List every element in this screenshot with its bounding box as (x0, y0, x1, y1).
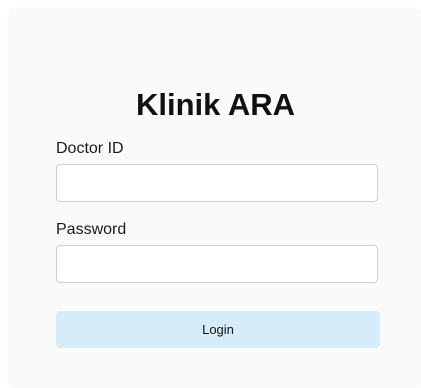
doctor-id-label: Doctor ID (56, 140, 124, 157)
password-label: Password (56, 221, 127, 238)
page-title: Klinik ARA (135, 87, 296, 122)
login-card: Klinik ARA Doctor ID Password Login (10, 10, 421, 388)
login-button[interactable]: Login (56, 311, 380, 348)
doctor-id-input[interactable] (56, 164, 378, 202)
password-input[interactable] (56, 245, 378, 283)
